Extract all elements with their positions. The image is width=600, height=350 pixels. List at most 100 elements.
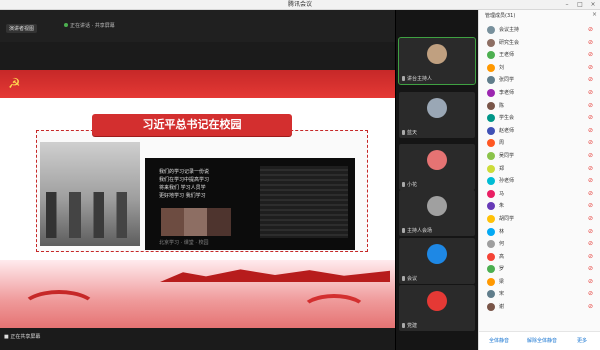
muted-mic-icon[interactable]: ⊘	[588, 165, 593, 173]
slide-photo	[40, 142, 140, 246]
avatar	[487, 240, 495, 249]
unmute-all-button[interactable]: 解除全体静音	[527, 337, 557, 344]
muted-mic-icon[interactable]: ⊘	[588, 215, 593, 223]
avatar	[487, 139, 495, 148]
participant-row[interactable]: 刘 ⊘	[479, 62, 600, 75]
screenshot-line: 将来我们 学习人员学	[159, 185, 206, 191]
avatar	[487, 151, 495, 160]
video-tile[interactable]: 主持人会场	[399, 190, 475, 236]
muted-mic-icon[interactable]: ⊘	[588, 228, 593, 236]
avatar	[487, 303, 495, 312]
muted-mic-icon[interactable]: ⊘	[588, 64, 593, 72]
video-tile[interactable]: 讲台主持人	[398, 37, 476, 85]
avatar	[487, 88, 495, 97]
muted-mic-icon[interactable]: ⊘	[588, 127, 593, 135]
muted-mic-icon[interactable]: ⊘	[588, 177, 593, 185]
screenshot-thumbnails	[161, 208, 231, 236]
avatar	[487, 177, 495, 186]
participant-name: 王老师	[499, 52, 515, 59]
muted-mic-icon[interactable]: ⊘	[588, 139, 593, 147]
participant-name: 周	[499, 140, 505, 147]
tile-name: 党建	[407, 323, 418, 329]
avatar	[487, 126, 495, 135]
video-tile[interactable]: 党建	[399, 285, 475, 331]
participant-row[interactable]: 胡同学 ⊘	[479, 213, 600, 226]
shared-screen-stage: ☭ 习近平总书记在校园 我们的学习记录一份说 我们在学习中提高学习 将来我们 学…	[0, 42, 395, 340]
maximize-button[interactable]: □	[575, 0, 585, 9]
participant-row[interactable]: 周 ⊘	[479, 137, 600, 150]
participant-name: 陈	[499, 102, 505, 109]
tile-name: 主持人会场	[407, 228, 433, 234]
avatar	[487, 214, 495, 223]
avatar	[487, 101, 495, 110]
participant-row[interactable]: 梁 ⊘	[479, 276, 600, 289]
muted-mic-icon[interactable]: ⊘	[588, 253, 593, 261]
participant-name: 张同学	[499, 77, 515, 84]
avatar	[487, 227, 495, 236]
avatar	[487, 202, 495, 211]
participant-name: 吴同学	[499, 152, 515, 159]
muted-mic-icon[interactable]: ⊘	[588, 265, 593, 273]
participant-row[interactable]: 宋 ⊘	[479, 288, 600, 301]
muted-mic-icon[interactable]: ⊘	[588, 202, 593, 210]
participant-row[interactable]: 朱 ⊘	[479, 200, 600, 213]
participants-title: 管理成员(31)	[485, 13, 516, 19]
participant-name: 学生会	[499, 115, 515, 122]
participant-row[interactable]: 王老师 ⊘	[479, 49, 600, 62]
participant-row[interactable]: 高 ⊘	[479, 251, 600, 264]
participant-row[interactable]: 研究生会 ⊘	[479, 37, 600, 50]
participant-row[interactable]: 罗 ⊘	[479, 263, 600, 276]
avatar	[427, 291, 447, 311]
muted-mic-icon[interactable]: ⊘	[588, 290, 593, 298]
more-button[interactable]: 更多	[577, 337, 587, 344]
mute-all-button[interactable]: 全体静音	[489, 337, 509, 344]
close-panel-icon[interactable]: ×	[592, 11, 597, 18]
video-tile[interactable]: 小花	[399, 144, 475, 190]
participant-row[interactable]: 谢 ⊘	[479, 301, 600, 314]
participant-row[interactable]: 学生会 ⊘	[479, 112, 600, 125]
participant-name: 孙老师	[499, 178, 515, 185]
participant-name: 谢	[499, 304, 505, 311]
close-window-button[interactable]: ×	[588, 0, 598, 9]
participant-row[interactable]: 马 ⊘	[479, 188, 600, 201]
participant-row[interactable]: 吴同学 ⊘	[479, 150, 600, 163]
muted-mic-icon[interactable]: ⊘	[588, 152, 593, 160]
sharing-status: ■ 正在共享屏幕	[4, 334, 41, 340]
participant-name: 胡同学	[499, 215, 515, 222]
muted-mic-icon[interactable]: ⊘	[588, 51, 593, 59]
avatar	[427, 196, 447, 216]
avatar	[487, 38, 495, 47]
muted-mic-icon[interactable]: ⊘	[588, 190, 593, 198]
participant-row[interactable]: 李老师 ⊘	[479, 87, 600, 100]
participant-name: 研究生会	[499, 39, 520, 46]
video-tile[interactable]: 会议	[399, 238, 475, 284]
muted-mic-icon[interactable]: ⊘	[588, 26, 593, 34]
muted-mic-icon[interactable]: ⊘	[588, 39, 593, 47]
participant-row[interactable]: 陈 ⊘	[479, 100, 600, 113]
participant-row[interactable]: 张同学 ⊘	[479, 74, 600, 87]
participant-row[interactable]: 会议主持 ⊘	[479, 24, 600, 37]
participant-name: 罗	[499, 266, 505, 273]
muted-mic-icon[interactable]: ⊘	[588, 278, 593, 286]
participant-row[interactable]: 郑 ⊘	[479, 163, 600, 176]
view-mode-button[interactable]: 演讲者视图	[6, 24, 38, 33]
slide-banner-title: 习近平总书记在校园	[92, 114, 292, 136]
muted-mic-icon[interactable]: ⊘	[588, 102, 593, 110]
minimize-button[interactable]: –	[562, 0, 572, 9]
muted-mic-icon[interactable]: ⊘	[588, 76, 593, 84]
great-wall-graphic	[160, 269, 390, 282]
participant-row[interactable]: 何 ⊘	[479, 238, 600, 251]
participant-row[interactable]: 赵老师 ⊘	[479, 125, 600, 138]
avatar	[427, 150, 447, 170]
party-emblem-icon: ☭	[8, 76, 21, 92]
mic-icon	[402, 276, 405, 281]
muted-mic-icon[interactable]: ⊘	[588, 114, 593, 122]
participant-row[interactable]: 林 ⊘	[479, 226, 600, 239]
muted-mic-icon[interactable]: ⊘	[588, 240, 593, 248]
muted-mic-icon[interactable]: ⊘	[588, 89, 593, 97]
muted-mic-icon[interactable]: ⊘	[588, 303, 593, 311]
video-tile[interactable]: 蓝天	[399, 92, 475, 138]
participant-row[interactable]: 孙老师 ⊘	[479, 175, 600, 188]
meeting-topbar: 演讲者视图 正在讲话 · 共享屏幕	[0, 10, 395, 42]
avatar	[487, 114, 495, 123]
